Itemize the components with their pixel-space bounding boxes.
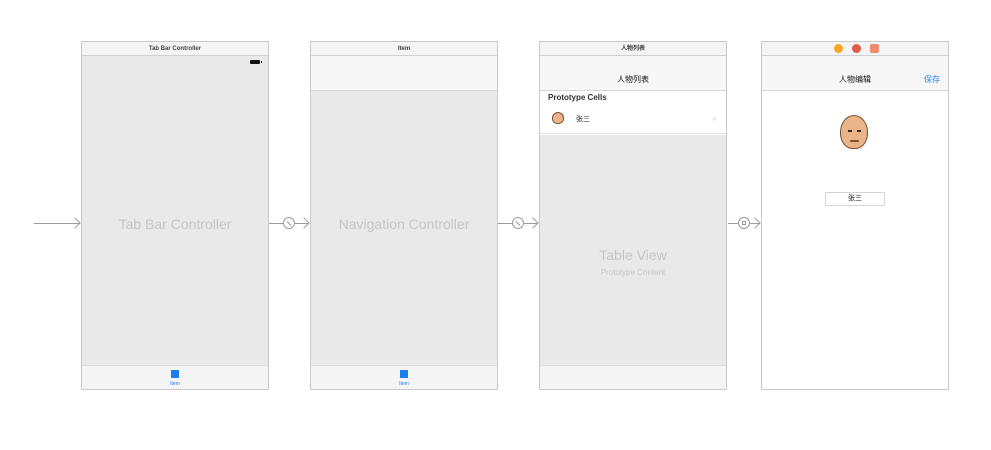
tab-bar[interactable]: Item [82, 365, 268, 389]
tab-item-label: Item [170, 381, 180, 387]
relationship-segue-icon[interactable] [283, 217, 295, 229]
avatar-icon [840, 115, 868, 149]
table-view-label: Table View [599, 247, 667, 263]
nav-title: 人物编辑 [839, 75, 871, 84]
avatar-mouth [850, 140, 859, 142]
disclosure-chevron-icon: › [713, 113, 716, 123]
tab-item-icon [171, 370, 179, 378]
save-button[interactable]: 保存 [924, 74, 940, 85]
scene-center-label: Tab Bar Controller [118, 216, 232, 232]
scene-title[interactable]: Item [311, 42, 497, 56]
relationship-segue-icon[interactable] [512, 217, 524, 229]
scene-title[interactable]: Tab Bar Controller [82, 42, 268, 56]
name-text-field[interactable]: 张三 [825, 192, 885, 206]
section-header: Prototype Cells [548, 93, 607, 102]
cell-label: 张三 [576, 116, 590, 123]
segue-arrowhead-icon [527, 217, 539, 229]
segue-arrowhead-icon [749, 217, 761, 229]
avatar-eye-right [857, 130, 861, 132]
show-segue-icon[interactable] [738, 217, 750, 229]
battery-icon [250, 60, 262, 64]
scene-title[interactable]: 人物列表 [540, 42, 726, 56]
table-header-area: Prototype Cells 张三 › [540, 91, 726, 135]
navigation-controller-scene[interactable]: Item Navigation Controller Item [310, 41, 498, 390]
tab-bar[interactable] [540, 365, 726, 389]
first-responder-icon[interactable] [852, 44, 861, 53]
tab-bar-controller-scene[interactable]: Tab Bar Controller Tab Bar Controller It… [81, 41, 269, 390]
edit-view-controller-scene[interactable]: 人物编辑 保存 张三 [761, 41, 949, 390]
segue-arrowhead-icon [298, 217, 310, 229]
navigation-bar[interactable]: 人物列表 [540, 56, 726, 91]
scene-center-label: Navigation Controller [338, 216, 470, 232]
name-field-value: 张三 [848, 195, 862, 202]
scene-dock[interactable] [762, 42, 948, 56]
avatar-icon [552, 112, 564, 124]
table-view-controller-scene[interactable]: 人物列表 人物列表 Prototype Cells 张三 › Table Vie… [539, 41, 727, 390]
navigation-bar[interactable]: 人物编辑 保存 [762, 56, 948, 91]
table-view-sublabel: Prototype Content [600, 268, 666, 277]
prototype-cell[interactable]: 张三 › [540, 104, 726, 134]
exit-icon[interactable] [870, 44, 879, 53]
tab-bar[interactable]: Item [311, 365, 497, 389]
tab-item-icon [400, 370, 408, 378]
tab-item-label: Item [399, 381, 409, 387]
view-controller-icon[interactable] [834, 44, 843, 53]
avatar-eye-left [848, 130, 852, 132]
entry-arrow-icon [69, 217, 81, 229]
nav-title: 人物列表 [617, 75, 649, 84]
navigation-bar[interactable] [311, 56, 497, 91]
